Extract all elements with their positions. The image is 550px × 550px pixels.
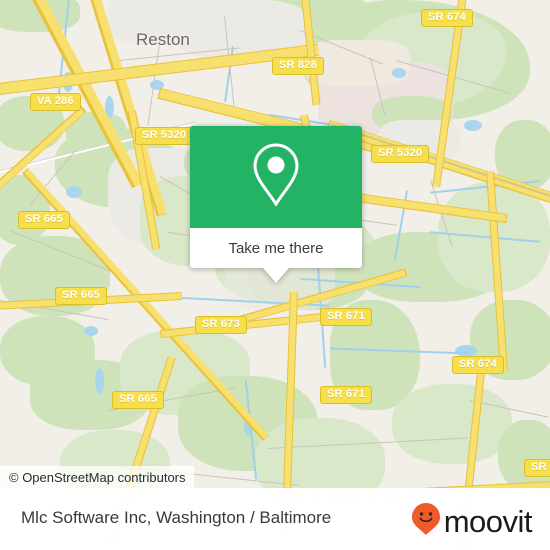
- road-shield[interactable]: SR 674: [452, 356, 504, 374]
- road-shield[interactable]: SR 828: [272, 57, 324, 75]
- map-screenshot: Reston SR 674 SR 828 VA 286 SR 5320 SR 5…: [0, 0, 550, 550]
- popup-pointer-tail: [263, 268, 289, 283]
- osm-attribution[interactable]: © OpenStreetMap contributors: [0, 466, 194, 489]
- moovit-smiley-pin-icon: [411, 502, 441, 541]
- popup-cta[interactable]: Take me there: [190, 228, 362, 268]
- road-shield[interactable]: SR 671: [320, 386, 372, 404]
- road-shield[interactable]: VA 286: [30, 93, 81, 111]
- footer-bar: Mlc Software Inc, Washington / Baltimore…: [0, 488, 550, 550]
- road-shield[interactable]: SR 665: [55, 287, 107, 305]
- map-canvas[interactable]: Reston SR 674 SR 828 VA 286 SR 5320 SR 5…: [0, 0, 550, 550]
- popup-cta-label: Take me there: [228, 239, 324, 257]
- moovit-wordmark: moovit: [443, 504, 533, 539]
- road-shield[interactable]: SR 665: [112, 391, 164, 409]
- location-popup-card[interactable]: Take me there: [190, 126, 362, 283]
- road-shield[interactable]: SR 673: [195, 316, 247, 334]
- road-shield[interactable]: SR 671: [320, 308, 372, 326]
- location-title: Mlc Software Inc, Washington / Baltimore: [21, 508, 332, 527]
- road-shield[interactable]: SR 6: [524, 459, 550, 477]
- popup-header: [190, 126, 362, 228]
- road-shield[interactable]: SR 674: [421, 9, 473, 27]
- road-shield[interactable]: SR 665: [18, 211, 70, 229]
- map-pin-icon: [248, 140, 304, 215]
- moovit-logo[interactable]: moovit: [411, 502, 533, 541]
- road-shield[interactable]: SR 5320: [371, 145, 430, 163]
- road-shield[interactable]: SR 5320: [135, 127, 194, 145]
